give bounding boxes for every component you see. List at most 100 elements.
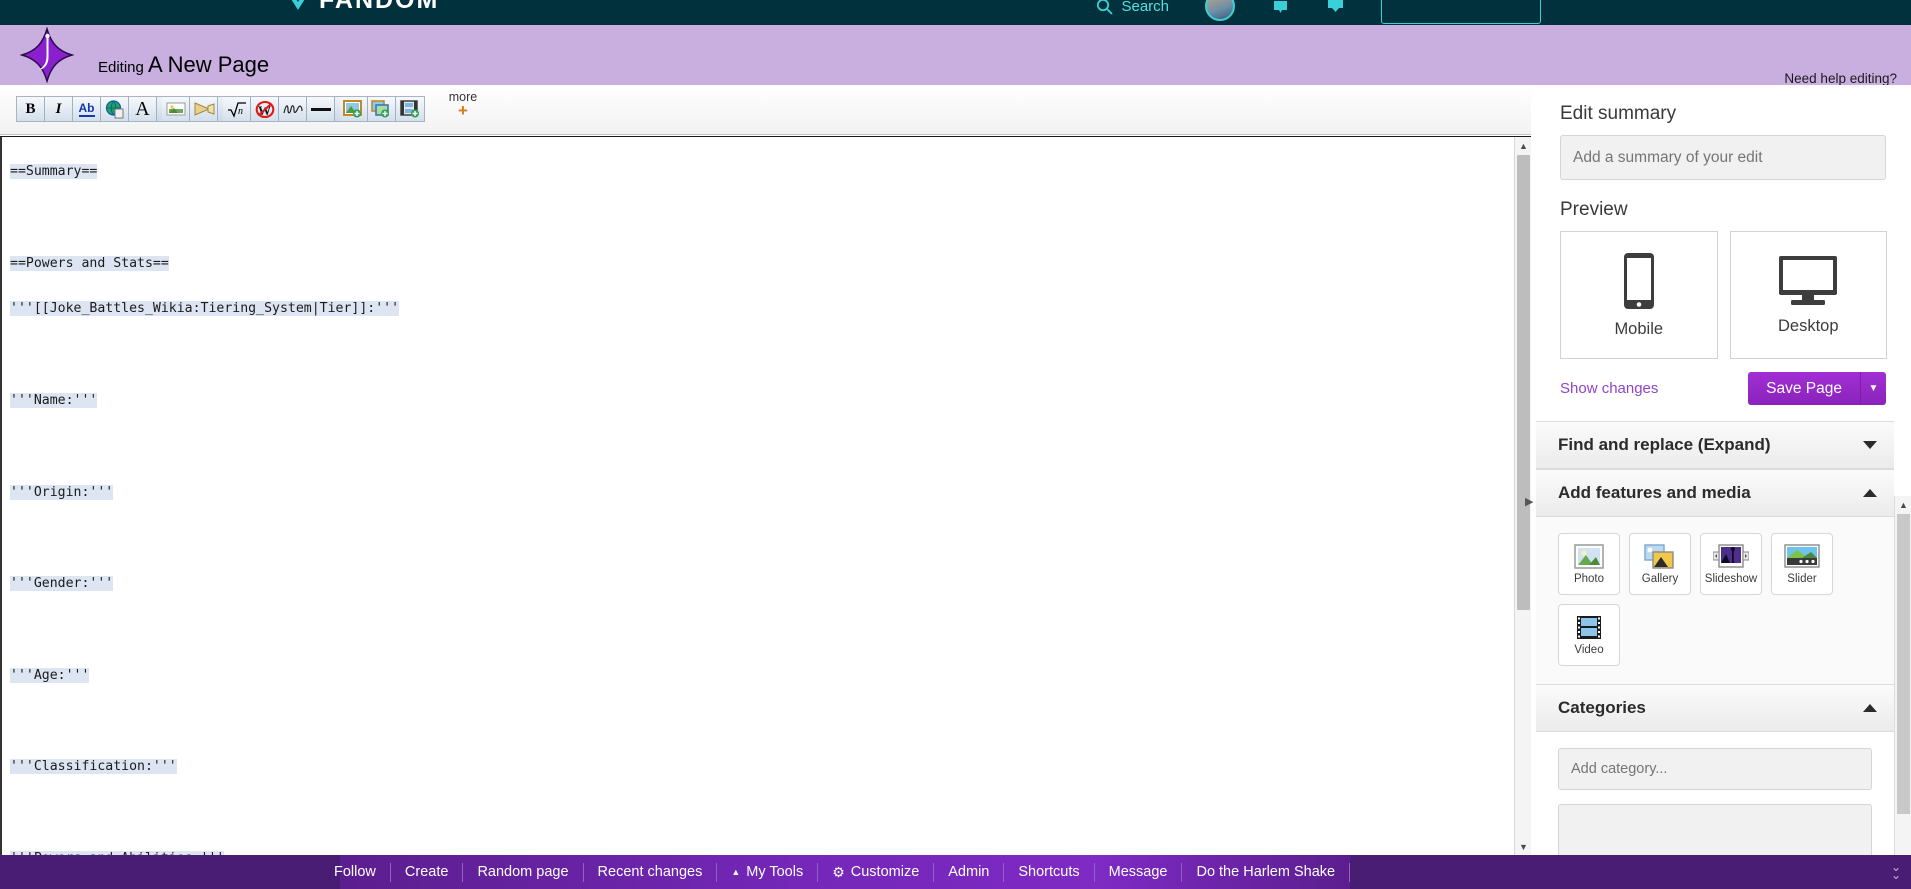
bottom-bar-item-label: Follow bbox=[334, 863, 376, 880]
avatar[interactable] bbox=[1205, 0, 1235, 21]
editor-actions: Show changes Save Page ▼ bbox=[1560, 372, 1886, 405]
show-changes-link[interactable]: Show changes bbox=[1560, 380, 1658, 397]
rail-scrollbar[interactable]: ▲ bbox=[1894, 496, 1911, 877]
bottom-bar-item-message[interactable]: Message bbox=[1095, 862, 1183, 882]
wikitext-line-text: '''[[Joke_Battles_Wikia:Tiering_System|T… bbox=[10, 301, 400, 317]
wiki-bottom-bar: Follow Create Random page Recent changes ▲ My… bbox=[0, 855, 1911, 889]
search-icon[interactable]: Search bbox=[1096, 0, 1169, 15]
horizontal-line-icon[interactable] bbox=[307, 97, 335, 121]
global-nav-cta-button[interactable] bbox=[1381, 0, 1541, 24]
underline-link-icon[interactable]: Ab bbox=[73, 97, 101, 121]
scroll-up-icon[interactable]: ▲ bbox=[1515, 137, 1531, 154]
bottom-bar-item-label: Do the Harlem Shake bbox=[1196, 863, 1336, 880]
gallery-icon bbox=[1644, 543, 1676, 570]
preview-mobile-button[interactable]: Mobile bbox=[1560, 231, 1718, 359]
video-icon bbox=[1575, 615, 1603, 641]
add-video-icon[interactable] bbox=[396, 97, 424, 121]
wikitext-line: ==Powers and Stats== bbox=[10, 241, 1514, 287]
file-link-icon[interactable] bbox=[190, 97, 218, 121]
caret-up-icon: ▲ bbox=[731, 866, 741, 877]
edit-summary-title: Edit summary bbox=[1560, 103, 1677, 124]
media-tile-gallery[interactable]: Gallery bbox=[1629, 533, 1691, 595]
search-label: Search bbox=[1121, 0, 1169, 15]
save-dropdown-caret-icon[interactable]: ▼ bbox=[1860, 372, 1886, 405]
page-title: Editing A New Page bbox=[98, 52, 269, 78]
bottom-bar-item-random-page[interactable]: Random page bbox=[463, 862, 584, 882]
rail-collapse-handle[interactable]: ▶ bbox=[1525, 495, 1533, 508]
edit-summary-input[interactable] bbox=[1560, 135, 1886, 180]
bottom-bar-item-do-the-harlem-shake[interactable]: Do the Harlem Shake bbox=[1182, 862, 1351, 882]
bottom-bar-item-my-tools[interactable]: ▲ My Tools bbox=[717, 862, 819, 882]
rail-scroll-thumb[interactable] bbox=[1897, 514, 1910, 814]
module-find-and-replace: Find and replace (Expand) bbox=[1536, 421, 1911, 469]
slideshow-icon bbox=[1713, 543, 1749, 570]
wikitext-line bbox=[10, 790, 1514, 836]
embedded-file-icon[interactable] bbox=[162, 97, 190, 121]
chevron-down-icon[interactable] bbox=[1862, 440, 1878, 450]
external-link-icon[interactable] bbox=[101, 97, 129, 121]
add-features-and-media-title: Add features and media bbox=[1558, 483, 1751, 502]
wikitext-line: '''Age:''' bbox=[10, 653, 1514, 699]
plus-icon: + bbox=[458, 101, 468, 120]
global-nav-bar: FANDOM Search bbox=[0, 0, 1911, 25]
global-nav-right: Search bbox=[1096, 0, 1541, 24]
module-add-features-and-media: Add features and media Photo Gallery Sli… bbox=[1536, 469, 1911, 684]
wikitext-content[interactable]: ==Summary== ==Powers and Stats== '''[[Jok… bbox=[0, 137, 1514, 855]
scroll-down-icon[interactable]: ▼ bbox=[1515, 838, 1531, 855]
find-and-replace-header[interactable]: Find and replace (Expand) bbox=[1536, 421, 1894, 469]
wikitext-line-text: ==Summary== bbox=[10, 164, 98, 179]
module-categories: Categories bbox=[1536, 684, 1911, 877]
no-wiki-icon[interactable]: W bbox=[251, 97, 279, 121]
bottom-bar-item-label: Shortcuts bbox=[1018, 863, 1080, 880]
add-features-and-media-header[interactable]: Add features and media bbox=[1536, 469, 1894, 517]
fandom-logo[interactable]: FANDOM bbox=[285, 0, 439, 15]
categories-header[interactable]: Categories bbox=[1536, 684, 1894, 732]
bottom-bar-item-shortcuts[interactable]: Shortcuts bbox=[1004, 862, 1095, 882]
fandom-brand-text: FANDOM bbox=[319, 0, 440, 14]
double-chevron-down-icon[interactable]: ⌄ ⌄ bbox=[1891, 861, 1901, 881]
wikitext-editor[interactable]: ==Summary== ==Powers and Stats== '''[[Jok… bbox=[0, 136, 1531, 855]
signature-icon[interactable] bbox=[279, 97, 307, 121]
messages-icon[interactable] bbox=[1326, 0, 1345, 16]
preview-desktop-label: Desktop bbox=[1777, 316, 1839, 335]
categories-title: Categories bbox=[1558, 698, 1646, 717]
add-gallery-icon[interactable] bbox=[368, 97, 396, 121]
add-photo-icon[interactable] bbox=[340, 97, 368, 121]
mobile-icon bbox=[1621, 252, 1657, 310]
media-tile-video[interactable]: Video bbox=[1558, 604, 1620, 666]
heading-icon[interactable]: A bbox=[129, 97, 157, 121]
save-page-button[interactable]: Save Page bbox=[1748, 372, 1860, 405]
wikitext-line: '''Origin:''' bbox=[10, 470, 1514, 516]
slider-icon bbox=[1784, 543, 1820, 570]
bold-icon[interactable]: B bbox=[17, 97, 45, 121]
add-category-input[interactable] bbox=[1558, 748, 1872, 790]
add-features-and-media-body: Photo Gallery Slideshow Slider Video bbox=[1536, 517, 1894, 684]
editor-toolbar-bar: B I Ab A n more + bbox=[0, 85, 1531, 135]
media-tile-slideshow[interactable]: Slideshow bbox=[1700, 533, 1762, 595]
wikitext-line-text: '''Name:''' bbox=[10, 392, 98, 408]
photo-icon bbox=[1573, 543, 1605, 570]
bottom-bar-item-follow[interactable]: Follow bbox=[320, 862, 391, 882]
media-tile-slider[interactable]: Slider bbox=[1771, 533, 1833, 595]
media-tile-gallery-label: Gallery bbox=[1641, 572, 1679, 585]
bottom-bar-item-label: Customize bbox=[850, 863, 920, 880]
media-tile-photo[interactable]: Photo bbox=[1558, 533, 1620, 595]
bottom-bar-item-create[interactable]: Create bbox=[391, 862, 464, 882]
chevron-up-icon[interactable] bbox=[1862, 488, 1878, 498]
italic-icon[interactable]: I bbox=[45, 97, 73, 121]
chevron-up-icon[interactable] bbox=[1862, 703, 1878, 713]
bottom-bar-item-admin[interactable]: Admin bbox=[934, 862, 1005, 882]
toolbar-more-button[interactable]: more + bbox=[440, 90, 486, 120]
wiki-logo[interactable] bbox=[20, 27, 74, 83]
preview-title: Preview bbox=[1560, 199, 1628, 220]
math-formula-icon[interactable]: n bbox=[223, 97, 251, 121]
bottom-bar-item-customize[interactable]: ⚙ Customize bbox=[818, 862, 935, 882]
bottom-bar-item-recent-changes[interactable]: Recent changes bbox=[584, 862, 718, 882]
preview-desktop-button[interactable]: Desktop bbox=[1729, 231, 1887, 359]
wikitext-line bbox=[10, 515, 1514, 561]
media-tile-slider-label: Slider bbox=[1787, 572, 1817, 585]
notifications-icon[interactable] bbox=[1271, 0, 1290, 16]
rail-scroll-up-icon[interactable]: ▲ bbox=[1895, 496, 1911, 513]
editor-scroll-thumb[interactable] bbox=[1517, 155, 1530, 610]
fandom-editor-page: FANDOM Search Editing A New Page Need he… bbox=[0, 0, 1911, 889]
